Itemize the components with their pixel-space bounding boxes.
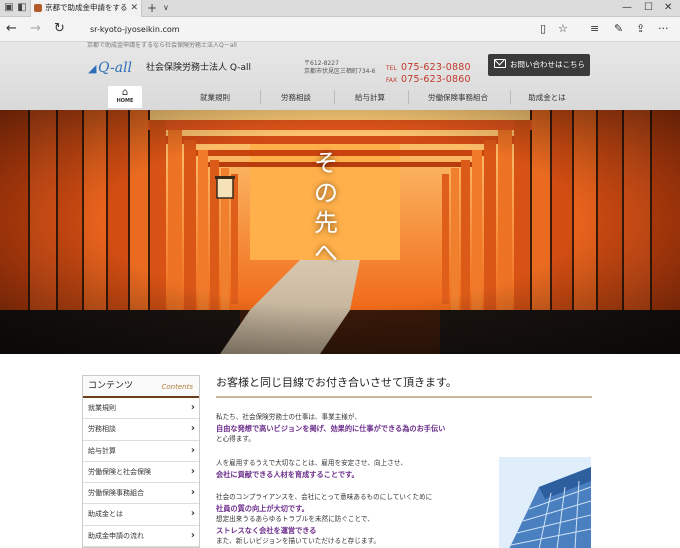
window-close-icon[interactable]: ✕	[664, 1, 672, 15]
global-nav: ⌂ HOME 就業規則 労務相談 給与計算 労働保険事務組合 助成金とは	[90, 86, 590, 108]
postal-code: 〒612-8227	[304, 60, 339, 67]
sidebar-item-label: 労働保険と社会保険	[88, 467, 151, 476]
site-favicon-icon	[34, 4, 42, 12]
intro-paragraph-2: 人を雇用するうえで大切なことは、雇用を安定させ、向上させ、 会社に貢献できる人材…	[216, 458, 486, 480]
chevron-right-icon: ›	[190, 402, 195, 413]
web-page: 京都で助成金申請をするなら社会保険労務士法人Q－all ◢ Q-all 社会保険…	[0, 42, 680, 548]
paragraph-text: 人を雇用するうえで大切なことは、雇用を安定させ、向上させ、	[216, 459, 408, 467]
site-header: 京都で助成金申請をするなら社会保険労務士法人Q－all ◢ Q-all 社会保険…	[0, 42, 680, 110]
browser-address-bar: ← → ↻ sr-kyoto-jyoseikin.com ▯ ☆ ≡ ✎ ⇪ ·…	[0, 17, 680, 42]
sidebar-item-subsidy[interactable]: 助成金とは ›	[83, 504, 199, 526]
hub-icon[interactable]: ≡	[590, 22, 599, 36]
sidebar-item-label: 助成金とは	[88, 510, 123, 519]
sidebar-item-insurance-union[interactable]: 労働保険事務組合 ›	[83, 483, 199, 505]
refresh-icon[interactable]: ↻	[54, 22, 65, 36]
new-tab-icon[interactable]: +	[147, 1, 157, 15]
url-field[interactable]: sr-kyoto-jyoseikin.com	[90, 23, 530, 36]
paragraph-text: 想定出来うるあらゆるトラブルを未然に防ぐことで、	[216, 515, 374, 523]
favorite-star-icon[interactable]: ☆	[558, 22, 568, 36]
chevron-right-icon: ›	[190, 508, 195, 520]
paragraph-text: 私たち、社会保険労務士の仕事は、事業主様が、	[216, 413, 361, 421]
chevron-right-icon: ›	[190, 487, 195, 499]
sidebar: コンテンツ Contents 就業規則 › 労務相談 › 給与計算 › 労働保険と社会…	[82, 375, 200, 548]
browser-tab[interactable]: 京都で助成金申請をする ✕	[30, 0, 142, 17]
site-logo[interactable]: ◢ Q-all	[88, 59, 140, 79]
hero-catchcopy: その先へ	[314, 149, 338, 267]
site-tagline: 京都で助成金申請をするなら社会保険労務士法人Q－all	[87, 42, 237, 49]
chevron-right-icon: ›	[190, 444, 195, 456]
sidebar-item-subsidy-flow[interactable]: 助成金申請の流れ ›	[83, 526, 199, 548]
nav-item-subsidy[interactable]: 助成金とは	[510, 86, 584, 108]
sidebar-item-label: 労働保険事務組合	[88, 489, 144, 498]
tab-close-icon[interactable]: ✕	[130, 2, 138, 14]
back-icon[interactable]: ←	[6, 22, 17, 36]
nav-item-work-rules[interactable]: 就業規則	[180, 86, 250, 108]
nav-home-label: HOME	[116, 98, 134, 104]
sidebar-item-work-rules[interactable]: 就業規則 ›	[83, 398, 199, 420]
main-heading: お客様と同じ目線でお付き合いさせて頂きます。	[216, 376, 592, 398]
highlight-text: ストレスなく会社を運営できる	[216, 526, 317, 535]
sidebar-item-labor-consult[interactable]: 労務相談 ›	[83, 419, 199, 441]
intro-paragraph-3: 社会のコンプライアンスを、会社にとって意味あるものにしていくために 社員の質の向…	[216, 492, 486, 547]
sidebar-item-label: 給与計算	[88, 446, 116, 455]
web-note-icon[interactable]: ✎	[614, 22, 623, 36]
hero-banner: その先へ	[0, 110, 680, 354]
intro-paragraph-1: 私たち、社会保険労務士の仕事は、事業主様が、 自由な発想で高いビジョンを掲げ、効…	[216, 412, 486, 445]
nav-item-labor-insurance-union[interactable]: 労働保険事務組合	[408, 86, 508, 108]
phone-block: TEL 075-623-0880 FAX 075-623-0860	[386, 55, 471, 85]
nav-item-labor-consult[interactable]: 労務相談	[260, 86, 332, 108]
paragraph-text: また、新しいビジョンを描いていただけると存じます。	[216, 537, 380, 545]
chevron-right-icon: ›	[190, 465, 195, 477]
sidebar-header: コンテンツ Contents	[83, 376, 199, 398]
content-area: コンテンツ Contents 就業規則 › 労務相談 › 給与計算 › 労働保険と社会…	[0, 354, 680, 548]
fax-label: FAX	[386, 77, 398, 84]
sidebar-item-label: 助成金申請の流れ	[88, 531, 144, 540]
highlight-text: 会社に貢献できる人材を育成することです。	[216, 470, 359, 479]
forward-icon[interactable]: →	[30, 22, 41, 36]
sidebar-title: コンテンツ	[88, 381, 134, 391]
office-building-image	[499, 457, 591, 548]
chevron-right-icon: ›	[190, 529, 195, 541]
chevron-right-icon: ›	[190, 423, 195, 435]
tab-list-chevron-icon[interactable]: ∨	[163, 2, 169, 14]
home-icon: ⌂	[121, 87, 129, 98]
tab-preview-icon[interactable]: ▣	[3, 2, 15, 14]
sidebar-item-label: 就業規則	[88, 404, 116, 412]
sidebar-item-payroll[interactable]: 給与計算 ›	[83, 441, 199, 462]
highlight-text: 社員の質の向上が大切です。	[216, 504, 309, 513]
contact-button[interactable]: お問い合わせはこちら	[488, 54, 590, 76]
minimize-icon[interactable]: —	[622, 1, 632, 15]
sidebar-item-label: 労務相談	[88, 425, 116, 434]
nav-item-payroll[interactable]: 給与計算	[334, 86, 406, 108]
more-icon[interactable]: ···	[658, 22, 669, 36]
company-address: 〒612-8227 京都市伏見区三栖町734-6	[304, 60, 375, 76]
set-aside-tabs-icon[interactable]: ◧	[16, 2, 28, 14]
reading-view-icon[interactable]: ▯	[540, 22, 546, 36]
browser-tab-bar: ▣ ◧ 京都で助成金申請をする ✕ + ∨ — ☐ ✕	[0, 0, 680, 17]
company-name: 社会保険労務士法人 Q-all	[146, 63, 251, 73]
highlight-text: 自由な発想で高いビジョンを掲げ、効果的に仕事ができる為のお手伝い	[216, 424, 446, 433]
share-icon[interactable]: ⇪	[636, 22, 645, 36]
fax-number: 075-623-0860	[401, 74, 471, 85]
paragraph-text: 社会のコンプライアンスを、会社にとって意味あるものにしていくために	[216, 493, 433, 501]
sidebar-title-en: Contents	[161, 383, 194, 391]
logo-swoosh-icon: ◢	[88, 62, 97, 75]
nav-home[interactable]: ⌂ HOME	[108, 86, 142, 108]
mail-icon	[494, 59, 506, 68]
maximize-icon[interactable]: ☐	[644, 1, 653, 15]
tab-title: 京都で助成金申請をする	[45, 3, 128, 12]
street-address: 京都市伏見区三栖町734-6	[304, 68, 376, 75]
building-photo	[499, 457, 591, 548]
sidebar-item-insurance[interactable]: 労働保険と社会保険 ›	[83, 462, 199, 484]
contact-button-label: お問い合わせはこちら	[510, 60, 585, 69]
logo-text: Q-all	[98, 60, 133, 76]
paragraph-text: と心得ます。	[216, 435, 255, 443]
